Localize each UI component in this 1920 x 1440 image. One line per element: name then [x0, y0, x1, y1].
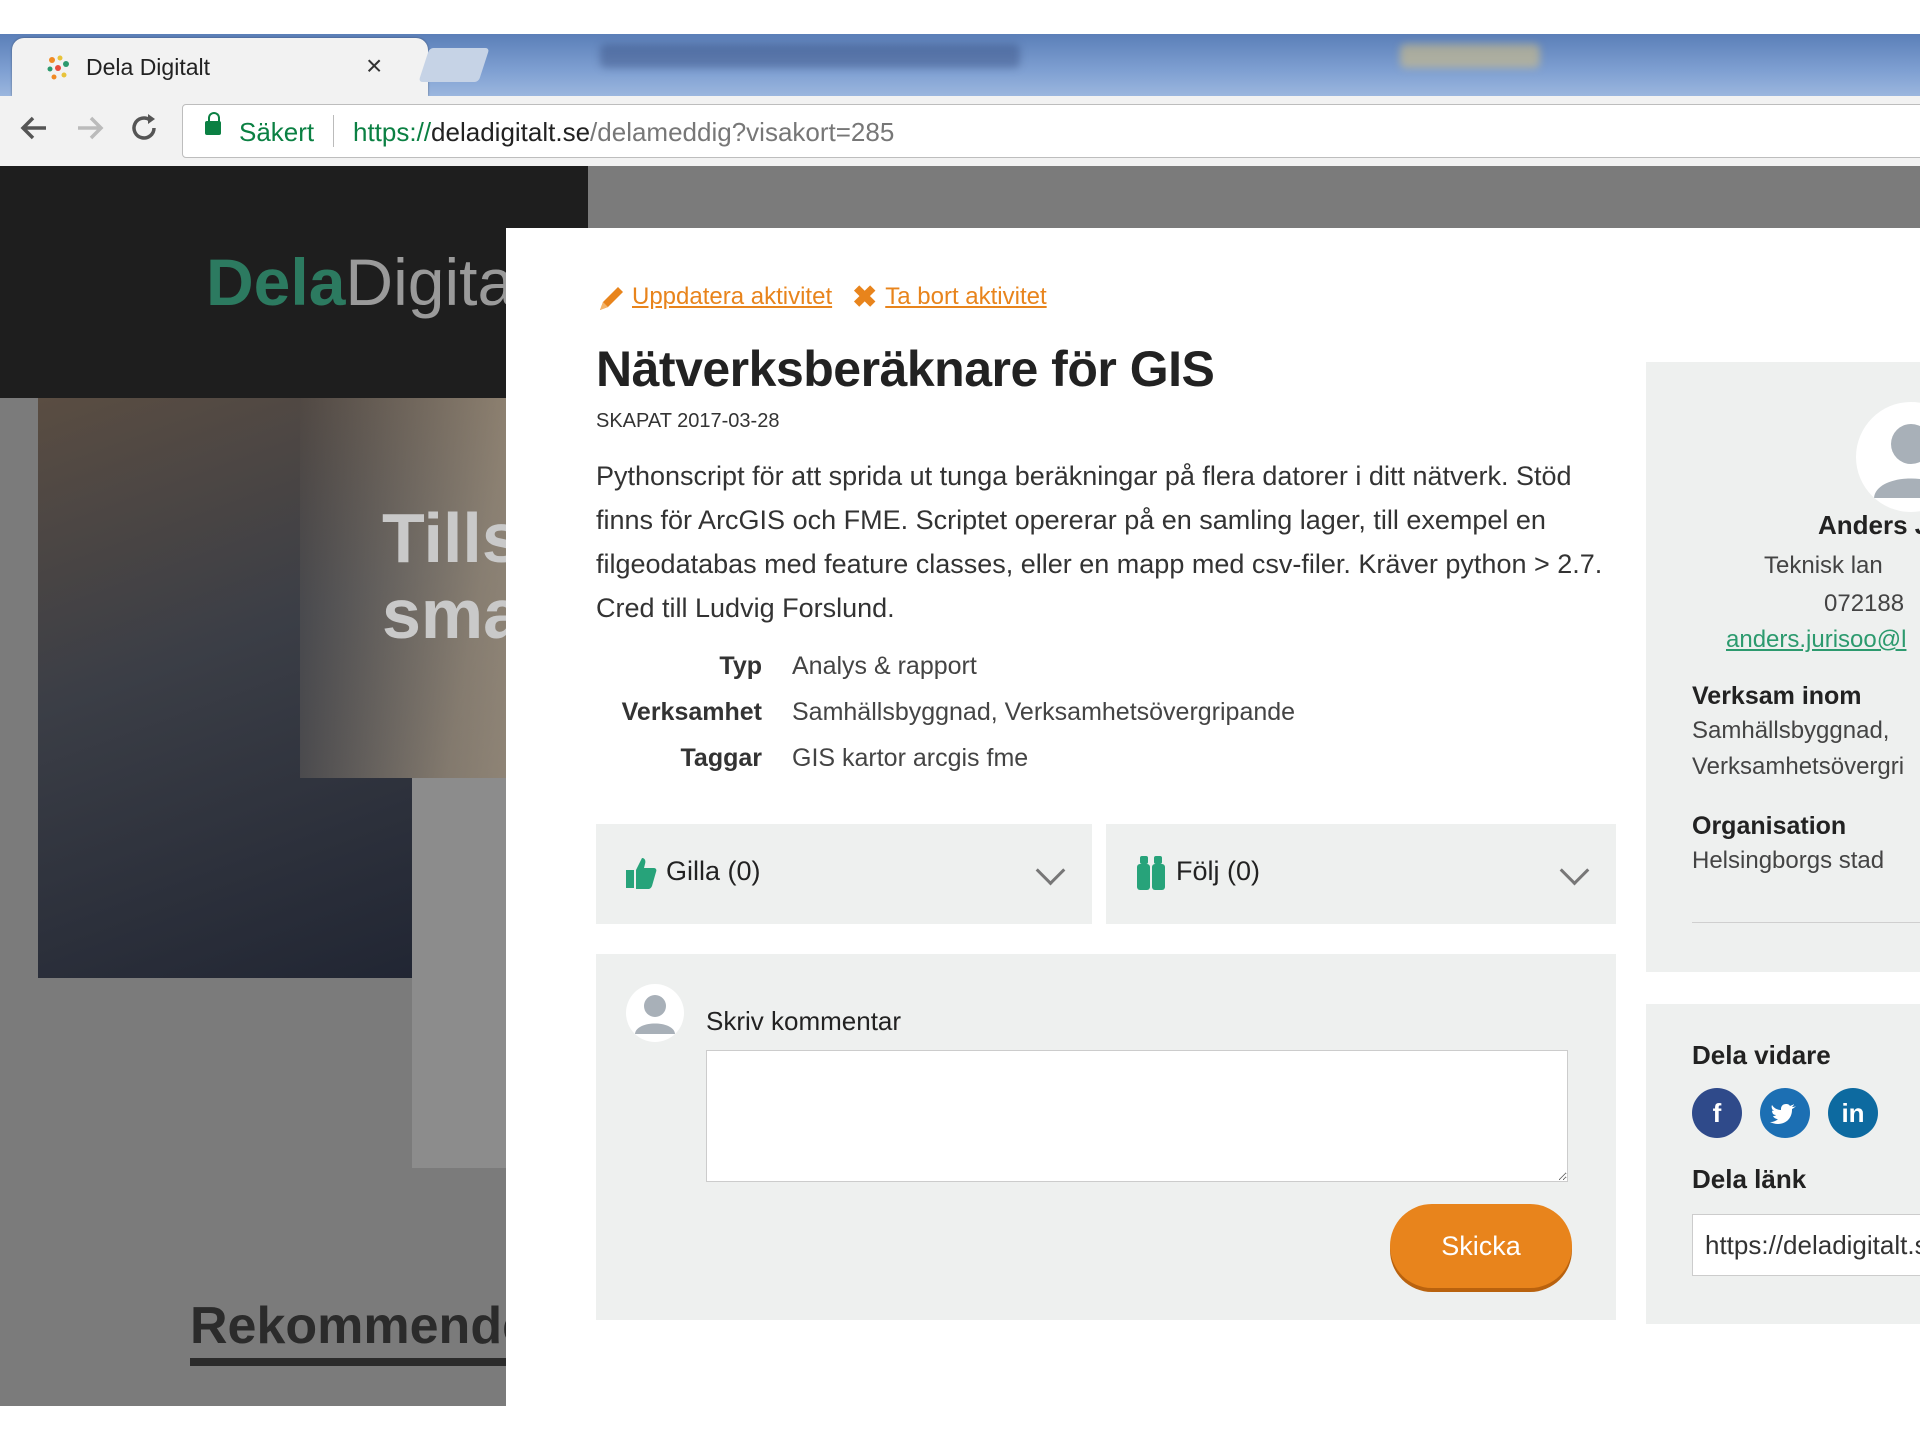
facebook-icon: f: [1712, 1098, 1722, 1128]
chevron-down-icon: [1559, 855, 1590, 886]
meta-value: Analys & rapport: [792, 652, 977, 680]
logo-digital: Digital: [345, 245, 529, 319]
divider: [1692, 922, 1920, 923]
secure-label: Säkert: [239, 117, 315, 147]
dela-digitalt-favicon-icon: [47, 55, 69, 80]
meta-key: Taggar: [680, 744, 763, 772]
thumbs-up-icon: [626, 858, 657, 889]
like-dropdown[interactable]: Gilla (0): [596, 824, 1092, 924]
linkedin-share-button[interactable]: in: [1828, 1088, 1878, 1138]
hero-text: Tills sma: [382, 500, 522, 652]
contact-phone: 072188: [1824, 590, 1905, 617]
browser-toolbar: Säkert https://deladigitalt.se/delameddi…: [0, 96, 1920, 167]
share-link-heading: Dela länk: [1692, 1164, 1807, 1194]
share-card: Dela vidare f in Dela länk: [1646, 1004, 1920, 1324]
url-host: deladigitalt.se: [431, 117, 591, 147]
follow-label: Följ (0): [1176, 856, 1261, 886]
active-in-value-2: Verksamhetsövergri: [1692, 753, 1905, 780]
new-tab-button[interactable]: [418, 48, 490, 82]
forward-arrow-icon[interactable]: [72, 110, 108, 146]
tab-title: Dela Digitalt: [86, 54, 210, 80]
linkedin-icon: in: [1841, 1098, 1865, 1128]
url-text[interactable]: https://deladigitalt.se/delameddig?visak…: [353, 117, 894, 148]
user-icon: [635, 995, 675, 1034]
background-window-badge: [1400, 44, 1540, 68]
meta-value: Samhällsbyggnad, Verksamhetsövergripande: [792, 698, 1296, 726]
delete-activity-link[interactable]: Ta bort aktivitet: [885, 283, 1046, 310]
twitter-share-button[interactable]: [1760, 1088, 1810, 1138]
meta-key: Typ: [719, 652, 762, 680]
like-label: Gilla (0): [666, 856, 761, 886]
user-avatar: [626, 984, 684, 1042]
update-activity-link[interactable]: Uppdatera aktivitet: [632, 283, 832, 310]
browser-tab-strip: Dela Digitalt ×: [0, 34, 1920, 96]
contact-avatar: [1856, 402, 1920, 512]
recommended-heading: Rekommende: [190, 1296, 531, 1366]
tab-close-icon[interactable]: ×: [366, 50, 382, 82]
binoculars-icon: [1137, 856, 1165, 890]
url-scheme: https://: [353, 117, 432, 147]
comment-textarea[interactable]: [706, 1050, 1568, 1182]
created-date: SKAPAT 2017-03-28: [596, 410, 780, 432]
reload-icon[interactable]: [126, 110, 162, 146]
pencil-icon: [600, 286, 623, 310]
share-link-input[interactable]: [1692, 1214, 1920, 1276]
contact-role: Teknisk lan: [1764, 552, 1883, 579]
chevron-down-icon: [1035, 855, 1066, 886]
contact-card: Anders J Teknisk lan 072188 anders.juris…: [1646, 362, 1920, 972]
logo-dela: Dela: [206, 245, 346, 319]
facebook-share-button[interactable]: f: [1692, 1088, 1742, 1138]
background-window-title: [600, 44, 1020, 68]
user-icon: [1874, 424, 1920, 498]
meta-key: Verksamhet: [621, 698, 762, 726]
contact-name: Anders J: [1818, 510, 1920, 540]
organisation-value: Helsingborgs stad: [1692, 847, 1885, 874]
organisation-heading: Organisation: [1692, 812, 1847, 840]
follow-dropdown[interactable]: Följ (0): [1106, 824, 1616, 924]
meta-value: GIS kartor arcgis fme: [792, 744, 1029, 772]
comment-label: Skriv kommentar: [706, 1006, 902, 1036]
activity-modal: Uppdatera aktivitet ✖ Ta bort aktivitet Nä…: [506, 228, 1920, 1406]
activity-description: Pythonscript för att sprida ut tunga ber…: [596, 461, 1603, 623]
hero-line-1: Tills: [382, 499, 521, 577]
activity-title: Nätverksberäknare för GIS: [596, 341, 1215, 397]
close-x-icon: ✖: [852, 281, 878, 314]
address-separator: [333, 115, 334, 147]
address-bar[interactable]: Säkert https://deladigitalt.se/delameddi…: [182, 104, 1920, 158]
site-logo[interactable]: DelaDigital: [206, 244, 529, 320]
share-heading: Dela vidare: [1692, 1040, 1831, 1070]
browser-tab-active[interactable]: Dela Digitalt ×: [12, 38, 428, 96]
hero-line-2: sma: [382, 575, 523, 653]
active-in-value-1: Samhällsbyggnad,: [1692, 717, 1890, 744]
active-in-heading: Verksam inom: [1692, 682, 1862, 710]
back-arrow-icon[interactable]: [16, 110, 52, 146]
comment-section: Skriv kommentar Skicka: [596, 954, 1616, 1320]
activity-actions: Uppdatera aktivitet ✖ Ta bort aktivitet: [596, 280, 1047, 315]
lock-icon: [205, 112, 221, 135]
send-button[interactable]: Skicka: [1390, 1204, 1572, 1288]
contact-email-link[interactable]: anders.jurisoo@l: [1726, 626, 1906, 654]
twitter-icon: [1770, 1104, 1796, 1124]
url-path: /delameddig?visakort=285: [590, 117, 895, 147]
